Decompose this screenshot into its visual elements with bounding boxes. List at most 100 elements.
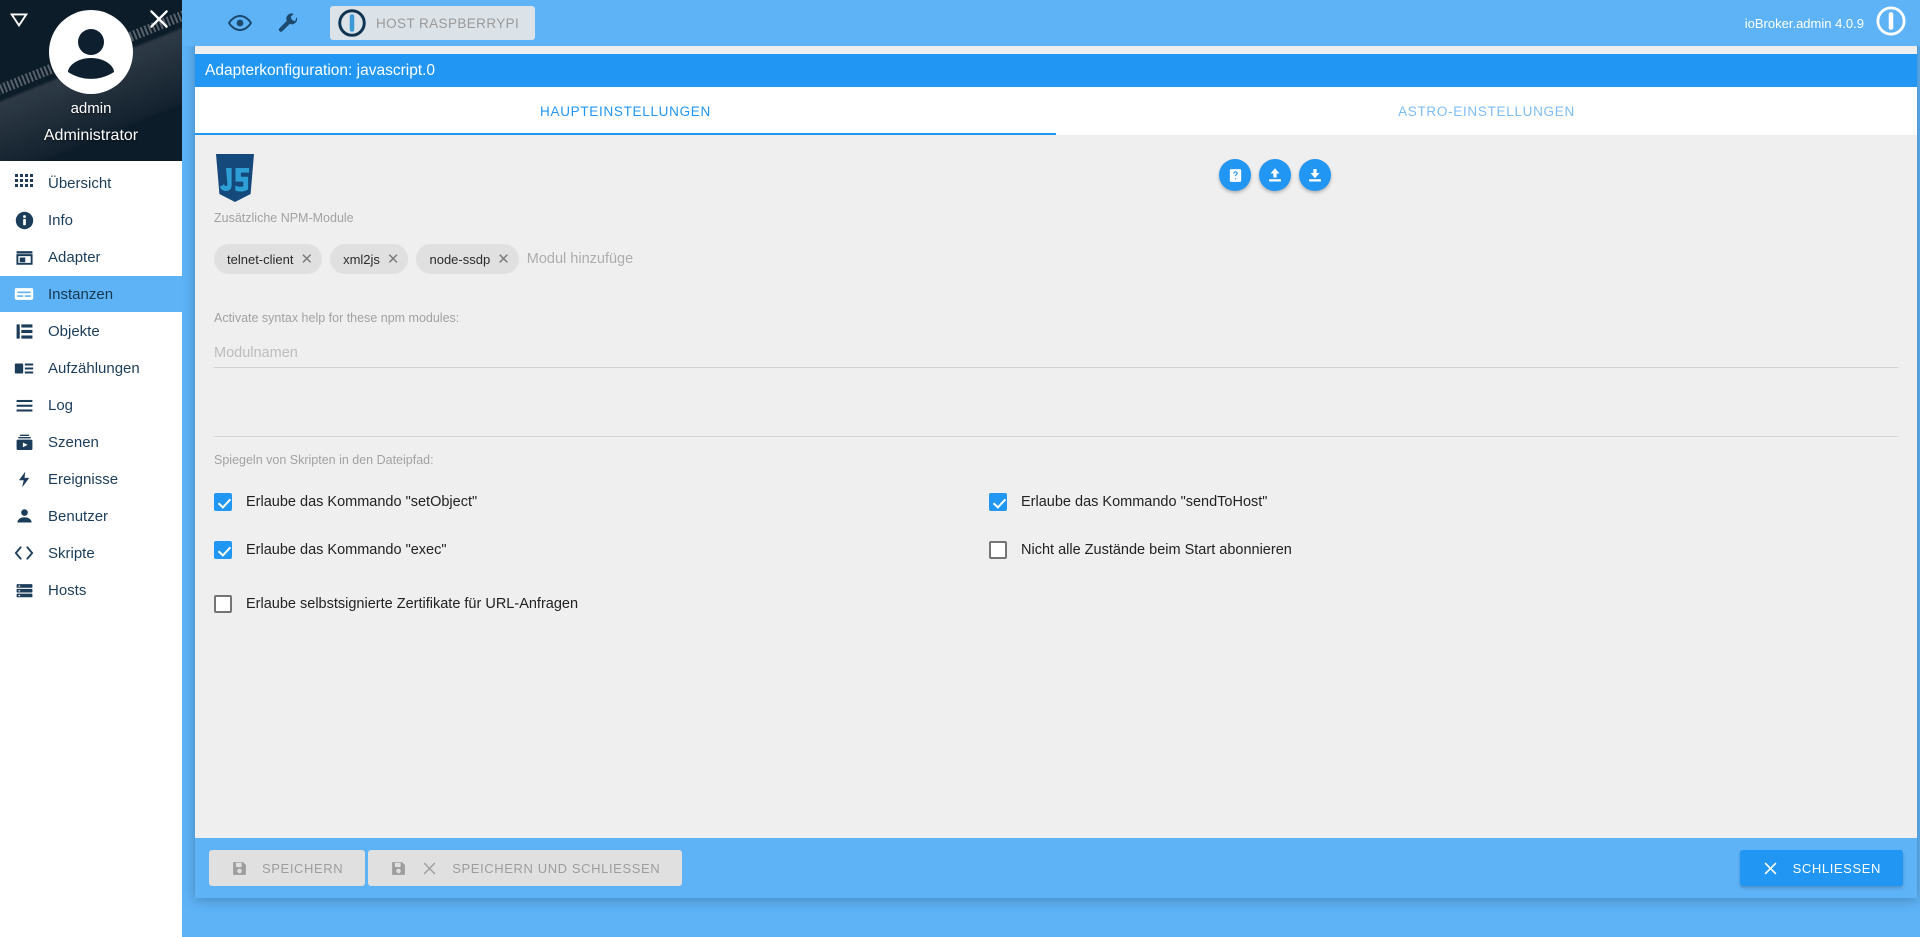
sidebar-item-szenen[interactable]: Szenen [0, 424, 182, 460]
dialog-content: Zusätzliche NPM-Module telnet-client ✕ x… [195, 135, 1917, 838]
chip-node-ssdp[interactable]: node-ssdp ✕ [416, 244, 519, 274]
info-icon [14, 210, 34, 230]
code-brackets-icon [14, 543, 34, 563]
sidebar-item-label: Info [48, 211, 74, 229]
sidebar: admin Administrator Übersicht Info Adapt… [0, 0, 182, 937]
dialog-title: Adapterkonfiguration: javascript.0 [195, 54, 1917, 87]
download-icon[interactable] [1299, 159, 1331, 191]
sidebar-item-hosts[interactable]: Hosts [0, 572, 182, 608]
iobroker-logo-icon [338, 9, 366, 37]
checkbox-subscribe[interactable]: Nicht alle Zustände beim Start abonniere… [989, 541, 1903, 559]
checkbox-exec[interactable]: Erlaube das Kommando "exec" [214, 541, 989, 559]
syntax-help-input[interactable] [214, 345, 1898, 368]
close-icon[interactable] [146, 6, 172, 32]
wrench-icon[interactable] [276, 11, 300, 35]
adapter-config-dialog: Adapterkonfiguration: javascript.0 HAUPT… [195, 8, 1917, 898]
sidebar-header: admin Administrator [0, 0, 182, 161]
sidebar-item-label: Aufzählungen [48, 359, 140, 377]
save-and-close-button[interactable]: SPEICHERN UND SCHLIESSEN [368, 850, 683, 886]
host-chip-label: HOST RASPBERRYPI [376, 15, 520, 31]
sidebar-item-label: Übersicht [48, 174, 112, 192]
syntax-help-block: Activate syntax help for these npm modul… [214, 311, 1903, 368]
sidebar-item-log[interactable]: Log [0, 387, 182, 423]
close-icon[interactable]: ✕ [497, 252, 510, 267]
mirror-label: Spiegeln von Skripten in den Dateipfad: [214, 453, 434, 467]
host-selector-chip[interactable]: HOST RASPBERRYPI [330, 6, 536, 40]
iobroker-logo-icon [1876, 5, 1906, 41]
checkbox-box[interactable] [214, 541, 232, 559]
person-icon [14, 506, 34, 526]
sidebar-item-benutzer[interactable]: Benutzer [0, 498, 182, 534]
server-icon [14, 580, 34, 600]
tab-astro-einstellungen[interactable]: ASTRO-EINSTELLUNGEN [1056, 87, 1917, 135]
checkbox-label: Erlaube das Kommando "exec" [246, 542, 447, 558]
sidebar-userrole: Administrator [43, 127, 139, 144]
sidebar-item-label: Log [48, 396, 74, 414]
sidebar-item-label: Instanzen [48, 285, 114, 303]
app-root: admin Administrator Übersicht Info Adapt… [0, 0, 1920, 937]
sidebar-item-adapter[interactable]: Adapter [0, 239, 182, 275]
checkbox-box[interactable] [989, 493, 1007, 511]
upload-icon[interactable] [1259, 159, 1291, 191]
eye-icon[interactable] [228, 11, 252, 35]
checkbox-box[interactable] [214, 493, 232, 511]
checkbox-box[interactable] [214, 595, 232, 613]
sidebar-item-info[interactable]: Info [0, 202, 182, 238]
chip-label: telnet-client [227, 251, 294, 267]
app-version: ioBroker.admin 4.0.9 [1744, 15, 1864, 31]
sidebar-item-skripte[interactable]: Skripte [0, 535, 182, 571]
dialog-tabs: HAUPTEINSTELLUNGEN ASTRO-EINSTELLUNGEN [195, 87, 1917, 135]
checkbox-label: Nicht alle Zustände beim Start abonniere… [1021, 542, 1292, 558]
triangle-down-icon[interactable] [8, 8, 30, 30]
avatar [49, 10, 133, 94]
close-button[interactable]: SCHLIESSEN [1739, 850, 1903, 886]
top-toolbar: HOST RASPBERRYPI ioBroker.admin 4.0.9 [182, 0, 1920, 46]
chip-label: node-ssdp [429, 251, 491, 267]
save-icon [231, 860, 248, 877]
sidebar-item-objekte[interactable]: Objekte [0, 313, 182, 349]
save-button[interactable]: SPEICHERN [209, 850, 366, 886]
sidebar-item-label: Objekte [48, 322, 100, 340]
close-icon[interactable]: ✕ [387, 252, 400, 267]
tab-haupteinstellungen[interactable]: HAUPTEINSTELLUNGEN [195, 87, 1056, 135]
sidebar-item-label: Hosts [48, 581, 87, 599]
sidebar-nav: Übersicht Info Adapter Instanzen Objekte… [0, 161, 182, 608]
javascript-logo-icon [214, 154, 256, 207]
npm-module-input[interactable] [526, 251, 787, 267]
divider [214, 436, 1898, 437]
sidebar-item-uebersicht[interactable]: Übersicht [0, 165, 182, 201]
checkbox-sendtohost[interactable]: Erlaube das Kommando "sendToHost" [989, 493, 1903, 511]
sidebar-item-label: Adapter [48, 248, 101, 266]
sidebar-item-aufzaehlungen[interactable]: Aufzählungen [0, 350, 182, 386]
close-icon [421, 860, 438, 877]
checkbox-selfsigned[interactable]: Erlaube selbstsignierte Zertifikate für … [214, 595, 1903, 613]
sidebar-item-instanzen[interactable]: Instanzen [0, 276, 182, 312]
sidebar-item-ereignisse[interactable]: Ereignisse [0, 461, 182, 497]
checkbox-label: Erlaube das Kommando "sendToHost" [1021, 494, 1268, 510]
chip-xml2js[interactable]: xml2js ✕ [330, 244, 409, 274]
adapter-header-row [209, 149, 1903, 211]
close-button-label: SCHLIESSEN [1792, 860, 1881, 876]
checkbox-grid: Erlaube das Kommando "setObject" Erlaube… [214, 493, 1903, 559]
save-and-close-button-label: SPEICHERN UND SCHLIESSEN [452, 860, 661, 876]
enum-icon [14, 358, 34, 378]
tab-label: ASTRO-EINSTELLUNGEN [1398, 103, 1575, 119]
topbar-right: ioBroker.admin 4.0.9 [1744, 5, 1920, 41]
sidebar-username: admin [70, 100, 112, 117]
scenes-play-icon [14, 432, 34, 452]
save-button-label: SPEICHERN [262, 860, 344, 876]
book-help-icon[interactable] [1219, 159, 1251, 191]
checkbox-box[interactable] [989, 541, 1007, 559]
npm-modules-label: Zusätzliche NPM-Module [214, 211, 354, 225]
sidebar-item-label: Skripte [48, 544, 95, 562]
dialog-action-buttons [1219, 159, 1331, 191]
mirror-block: Spiegeln von Skripten in den Dateipfad: [214, 436, 1903, 467]
close-icon[interactable]: ✕ [300, 252, 313, 267]
checkbox-setobject[interactable]: Erlaube das Kommando "setObject" [214, 493, 989, 511]
close-icon [1762, 860, 1779, 877]
sidebar-item-label: Benutzer [48, 507, 109, 525]
save-icon [390, 860, 407, 877]
sidebar-item-label: Szenen [48, 433, 99, 451]
grid-icon [14, 173, 34, 193]
chip-telnet-client[interactable]: telnet-client ✕ [214, 244, 323, 274]
